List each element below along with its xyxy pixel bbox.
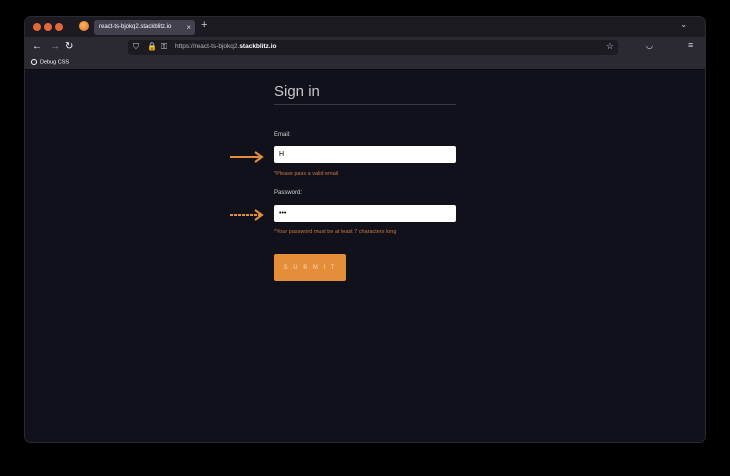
maximize-window-button[interactable] <box>55 23 63 31</box>
bookmarks-bar: Debug CSS <box>25 58 705 70</box>
email-error-message: *Please pass a valid email <box>274 171 339 177</box>
password-input[interactable] <box>274 205 456 222</box>
url-host: stackblitz.io <box>239 43 277 50</box>
title-divider <box>274 104 456 105</box>
url-bar[interactable]: ⛉ 🔒 ⚿ https://react-ts-bjokq2.stackblitz… <box>128 40 618 55</box>
email-input[interactable] <box>274 146 456 163</box>
password-error-arrow-icon <box>230 209 264 221</box>
reload-icon[interactable]: ↻ <box>65 41 73 52</box>
url-text[interactable]: https://react-ts-bjokq2.stackblitz.io <box>175 43 277 50</box>
tab-bar: react-ts-bjokq2.stackblitz.io × + ⌄ <box>25 17 705 37</box>
firefox-icon <box>79 21 89 31</box>
page-content: Sign in Email: *Please pass a valid emai… <box>25 70 705 442</box>
pocket-icon[interactable]: ◡ <box>646 41 653 50</box>
navigation-bar: ← → ↻ ⛉ 🔒 ⚿ https://react-ts-bjokq2.stac… <box>25 37 705 58</box>
back-arrow-icon[interactable]: ← <box>32 41 42 52</box>
key-icon[interactable]: ⚿ <box>161 42 167 52</box>
password-label: Password: <box>274 190 303 196</box>
email-error-arrow-icon <box>230 151 264 163</box>
forward-arrow-icon[interactable]: → <box>50 41 60 52</box>
url-prefix: https://react-ts-bjokq2. <box>175 43 240 50</box>
page-title: Sign in <box>274 83 320 100</box>
bookmark-label: Debug CSS <box>40 59 70 66</box>
email-label: Email: <box>274 132 291 138</box>
password-error-message: *Your password must be at least 7 charac… <box>274 229 397 235</box>
tab-list-icon[interactable]: ⌄ <box>680 20 687 29</box>
hamburger-menu-icon[interactable]: ≡ <box>688 40 693 50</box>
bookmark-star-icon[interactable]: ☆ <box>606 41 614 52</box>
globe-icon <box>31 59 37 65</box>
close-window-button[interactable] <box>33 23 41 31</box>
tab-title: react-ts-bjokq2.stackblitz.io <box>99 24 172 30</box>
lock-icon[interactable]: 🔒 <box>147 42 157 51</box>
active-tab[interactable]: react-ts-bjokq2.stackblitz.io × <box>94 20 195 35</box>
new-tab-button[interactable]: + <box>201 19 207 31</box>
shield-icon[interactable]: ⛉ <box>133 42 139 52</box>
bookmark-debug-css[interactable]: Debug CSS <box>31 59 69 65</box>
browser-window: react-ts-bjokq2.stackblitz.io × + ⌄ ← → … <box>25 17 705 442</box>
minimize-window-button[interactable] <box>44 23 52 31</box>
submit-button[interactable]: S U B M I T <box>274 254 346 281</box>
tab-close-icon[interactable]: × <box>186 20 191 35</box>
